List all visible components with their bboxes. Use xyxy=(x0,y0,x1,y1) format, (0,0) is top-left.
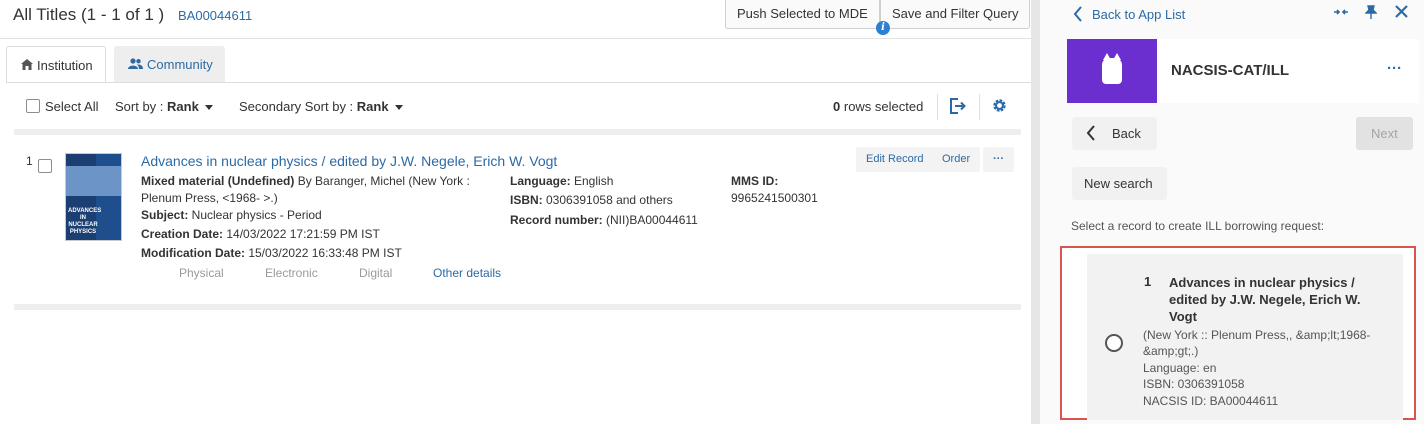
edit-record-button[interactable]: Edit Record xyxy=(856,147,934,172)
record-publisher: Plenum Press, <1968- >.) xyxy=(141,191,278,205)
select-record-radio[interactable] xyxy=(1105,334,1123,352)
page-title: All Titles (1 - 1 of 1 ) xyxy=(13,5,165,24)
digital-link: Digital xyxy=(359,266,393,280)
info-icon[interactable]: i xyxy=(876,21,890,35)
results-toolbar: Select All Sort by : Rank Secondary Sort… xyxy=(0,94,1031,120)
push-to-mde-button[interactable]: Push Selected to MDE xyxy=(725,0,880,29)
select-all-label: Select All xyxy=(45,99,99,114)
highlighted-result: 1 Advances in nuclear physics / edited b… xyxy=(1060,246,1416,420)
select-all-checkbox[interactable] xyxy=(26,99,40,113)
save-filter-query-button[interactable]: Save and Filter Query xyxy=(880,0,1031,29)
instruction-text: Select a record to create ILL borrowing … xyxy=(1071,219,1325,233)
results-header: All Titles (1 - 1 of 1 ) BA00044611 Push… xyxy=(0,0,1031,39)
back-to-app-list-link[interactable]: Back to App List xyxy=(1092,7,1185,22)
secondary-sort-dropdown[interactable]: Secondary Sort by : Rank xyxy=(239,99,403,114)
back-button[interactable]: Back xyxy=(1072,117,1157,150)
record-checkbox[interactable] xyxy=(38,159,52,173)
tab-divider xyxy=(6,82,1031,83)
order-button[interactable]: Order xyxy=(932,147,981,172)
cloud-app-panel: Back to App List NACSIS-CAT/ILL ··· Back… xyxy=(1040,0,1424,424)
tab-community[interactable]: Community xyxy=(114,46,225,83)
tab-label: Institution xyxy=(37,58,93,73)
close-icon[interactable] xyxy=(1395,5,1408,21)
book-cover-thumbnail[interactable]: ADVANCES IN NUCLEAR PHYSICS xyxy=(65,153,122,241)
collapse-arrows-icon[interactable] xyxy=(1333,5,1349,22)
result-card[interactable]: 1 Advances in nuclear physics / edited b… xyxy=(1087,254,1403,420)
gear-icon[interactable] xyxy=(992,98,1007,116)
result-isbn: ISBN: 0306391058 xyxy=(1143,377,1245,391)
tab-institution[interactable]: Institution xyxy=(6,46,106,83)
record-isbn: ISBN: 0306391058 and others xyxy=(510,193,673,207)
record-number: Record number: (NII)BA00044611 xyxy=(510,213,698,227)
toolbar-separator xyxy=(979,94,980,120)
search-results-area: All Titles (1 - 1 of 1 ) BA00044611 Push… xyxy=(0,0,1031,424)
toolbar-separator xyxy=(937,94,938,120)
record-mms-id: MMS ID: 9965241500301 xyxy=(731,174,818,205)
result-publisher: (New York :: Plenum Press,, &amp;lt;1968… xyxy=(1143,328,1371,358)
chevron-down-icon xyxy=(204,105,213,111)
cover-text: ADVANCES IN NUCLEAR PHYSICS xyxy=(68,208,102,235)
next-button[interactable]: Next xyxy=(1356,117,1413,150)
record-subject: Subject: Nuclear physics - Period xyxy=(141,208,322,222)
result-nacsis-id: NACSIS ID: BA00044611 xyxy=(1143,394,1279,408)
lucky-cat-icon xyxy=(1102,53,1122,84)
rows-selected-count: 0 xyxy=(833,99,841,114)
result-language: Language: en xyxy=(1143,361,1217,375)
app-menu-button[interactable]: ··· xyxy=(1387,60,1402,77)
sort-label: Sort by : xyxy=(115,99,164,114)
result-title: Advances in nuclear physics / edited by … xyxy=(1169,275,1361,324)
query-id-link[interactable]: BA00044611 xyxy=(178,8,252,23)
physical-link: Physical xyxy=(179,266,224,280)
app-name: NACSIS-CAT/ILL xyxy=(1171,62,1290,79)
record-type: Mixed material (Undefined) xyxy=(141,174,295,188)
secondary-sort-label: Secondary Sort by : xyxy=(239,99,354,114)
record-creation-date: Creation Date: 14/03/2022 17:21:59 PM IS… xyxy=(141,227,380,241)
record-language: Language: English xyxy=(510,174,614,188)
back-button-label: Back xyxy=(1112,126,1141,141)
record-author: By Baranger, Michel (New York : xyxy=(294,174,470,188)
export-icon[interactable] xyxy=(949,98,966,117)
sort-dropdown[interactable]: Sort by : Rank xyxy=(115,99,213,114)
result-number: 1 xyxy=(1144,274,1152,289)
app-header: NACSIS-CAT/ILL ··· xyxy=(1067,39,1419,103)
record-title-link[interactable]: Advances in nuclear physics / edited by … xyxy=(141,153,557,169)
chevron-left-icon xyxy=(1086,125,1096,144)
sort-value: Rank xyxy=(167,99,199,114)
tab-label: Community xyxy=(147,57,213,72)
home-icon xyxy=(21,59,33,73)
rows-selected: 0 rows selected xyxy=(833,99,923,114)
rows-selected-label: rows selected xyxy=(843,99,924,114)
app-logo xyxy=(1067,39,1157,103)
electronic-link: Electronic xyxy=(265,266,318,280)
record-modification-date: Modification Date: 15/03/2022 16:33:48 P… xyxy=(141,246,402,260)
new-search-button[interactable]: New search xyxy=(1072,167,1167,200)
more-actions-button[interactable]: ··· xyxy=(983,147,1014,172)
record-type-author: Mixed material (Undefined) By Baranger, … xyxy=(141,173,470,207)
row-number: 1 xyxy=(26,154,33,168)
panel-splitter[interactable] xyxy=(1031,0,1040,424)
result-list: 1 ADVANCES IN NUCLEAR PHYSICS Advances i… xyxy=(14,129,1021,310)
chevron-left-icon[interactable] xyxy=(1073,6,1083,25)
secondary-sort-value: Rank xyxy=(356,99,389,114)
pin-icon[interactable] xyxy=(1364,5,1378,22)
chevron-down-icon xyxy=(394,105,403,111)
other-details-link[interactable]: Other details xyxy=(433,266,501,280)
users-icon xyxy=(128,58,143,72)
